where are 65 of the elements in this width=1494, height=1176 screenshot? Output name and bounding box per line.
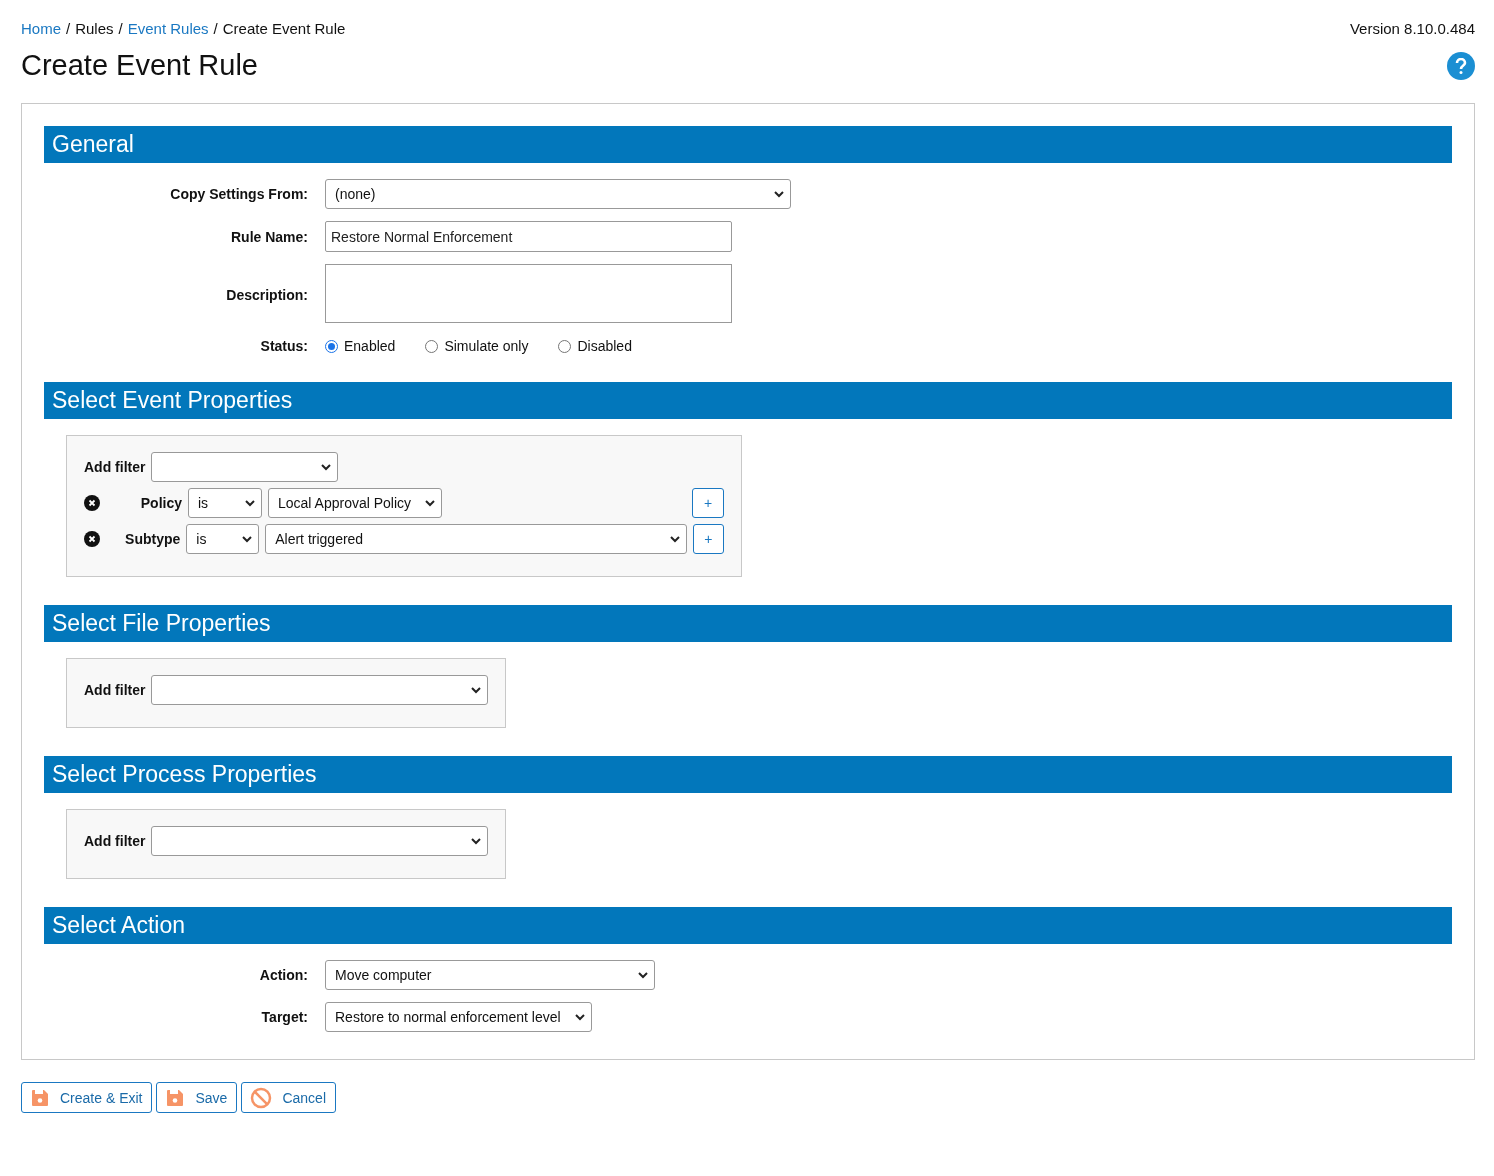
select-field[interactable]: is bbox=[186, 524, 260, 554]
prohibited-icon bbox=[250, 1086, 273, 1109]
select-field[interactable]: Local Approval Policy bbox=[268, 488, 443, 518]
radio-button[interactable] bbox=[325, 339, 338, 353]
section-header: Select Event Properties bbox=[44, 382, 1452, 419]
select-field[interactable] bbox=[151, 826, 488, 856]
select-field[interactable]: Alert triggered bbox=[265, 524, 687, 554]
chevron-down-icon bbox=[425, 499, 436, 507]
select-field[interactable]: (none) bbox=[325, 179, 791, 209]
breadcrumb-separator: / bbox=[66, 20, 71, 37]
cancel-button[interactable]: Cancel bbox=[241, 1082, 336, 1113]
select-field[interactable] bbox=[151, 675, 488, 705]
section-header: Select File Properties bbox=[44, 605, 1452, 642]
remove-icon[interactable] bbox=[84, 495, 100, 511]
remove-icon[interactable] bbox=[84, 531, 100, 547]
field-label: Target: bbox=[260, 1009, 308, 1025]
chevron-down-icon bbox=[471, 837, 481, 845]
question-mark-icon bbox=[1455, 57, 1467, 74]
add-value-button[interactable]: + bbox=[692, 524, 724, 554]
section-header: Select Action bbox=[44, 907, 1452, 944]
field-label: Rule Name: bbox=[229, 228, 308, 245]
field-label: Description: bbox=[225, 287, 308, 303]
select-field[interactable]: Move computer bbox=[325, 960, 655, 990]
breadcrumb-separator: / bbox=[118, 20, 123, 37]
breadcrumb-text: Create Event Rule bbox=[222, 20, 346, 37]
add-filter-label: Add filter bbox=[84, 459, 146, 475]
help-button[interactable] bbox=[1447, 51, 1475, 80]
select-field[interactable]: is bbox=[188, 488, 262, 518]
version-text: Version 8.10.0.484 bbox=[1349, 20, 1475, 37]
chevron-down-icon bbox=[321, 463, 332, 471]
field-label: Copy Settings From: bbox=[169, 186, 308, 202]
select-field[interactable]: Restore to normal enforcement level bbox=[325, 1002, 592, 1032]
filter-name: Policy bbox=[139, 495, 182, 511]
section-header: General bbox=[44, 126, 1452, 163]
radio-label: Enabled bbox=[344, 338, 396, 354]
chevron-down-icon bbox=[471, 686, 481, 694]
radio-button[interactable] bbox=[425, 339, 439, 353]
radio-label: Simulate only bbox=[444, 338, 529, 354]
breadcrumb-text: Rules bbox=[75, 20, 114, 37]
field-label: Action: bbox=[258, 967, 308, 983]
save-icon bbox=[165, 1087, 186, 1108]
add-value-button[interactable]: + bbox=[692, 488, 724, 518]
section-header: Select Process Properties bbox=[44, 756, 1452, 793]
field-label: Status: bbox=[259, 338, 308, 354]
chevron-down-icon bbox=[245, 499, 255, 507]
save-icon bbox=[30, 1087, 50, 1108]
select-field[interactable] bbox=[151, 452, 339, 482]
chevron-down-icon bbox=[669, 535, 680, 543]
add-filter-label: Add filter bbox=[84, 833, 146, 849]
chevron-down-icon bbox=[638, 971, 648, 979]
chevron-down-icon bbox=[774, 190, 784, 198]
rule-name-input[interactable]: Restore Normal Enforcement bbox=[325, 221, 732, 252]
description-textarea[interactable] bbox=[325, 264, 732, 323]
save-button[interactable]: Save bbox=[156, 1082, 238, 1113]
chevron-down-icon bbox=[574, 1013, 585, 1021]
chevron-down-icon bbox=[242, 535, 253, 543]
save-button[interactable]: Create & Exit bbox=[21, 1082, 153, 1113]
radio-label: Disabled bbox=[577, 338, 632, 354]
breadcrumb-link[interactable]: Home bbox=[21, 20, 61, 37]
breadcrumb-link[interactable]: Event Rules bbox=[127, 20, 209, 37]
add-filter-label: Add filter bbox=[84, 682, 146, 698]
radio-button[interactable] bbox=[558, 339, 572, 353]
filter-name: Subtype bbox=[124, 531, 181, 547]
page-title: Create Event Rule bbox=[21, 49, 258, 82]
breadcrumb-separator: / bbox=[213, 20, 218, 37]
